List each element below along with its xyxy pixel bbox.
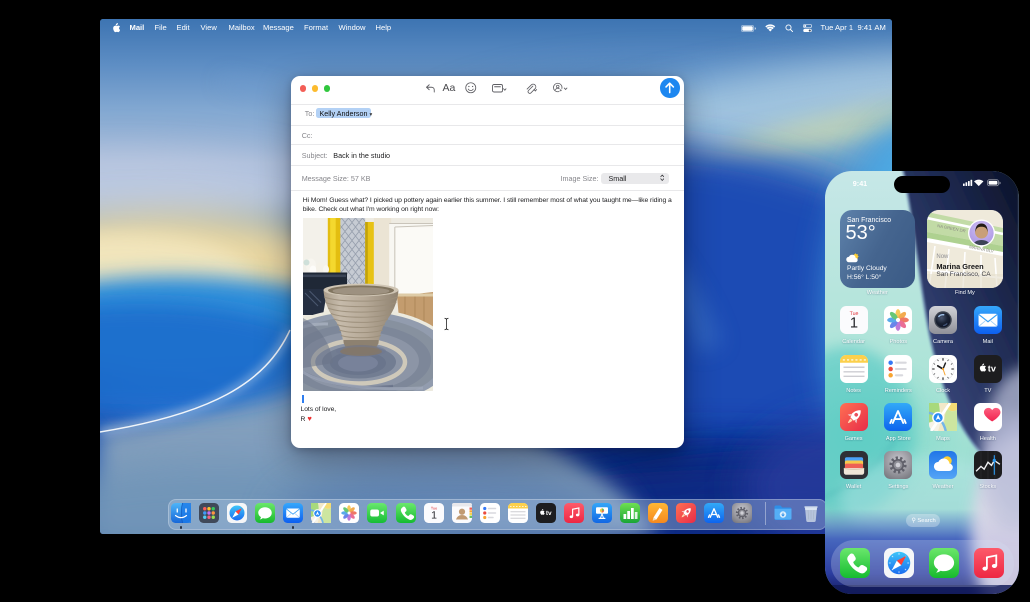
svg-text:tv: tv bbox=[988, 363, 997, 374]
svg-text:1: 1 bbox=[850, 315, 858, 331]
svg-text:tv: tv bbox=[546, 509, 552, 517]
svg-text:1: 1 bbox=[431, 510, 437, 522]
